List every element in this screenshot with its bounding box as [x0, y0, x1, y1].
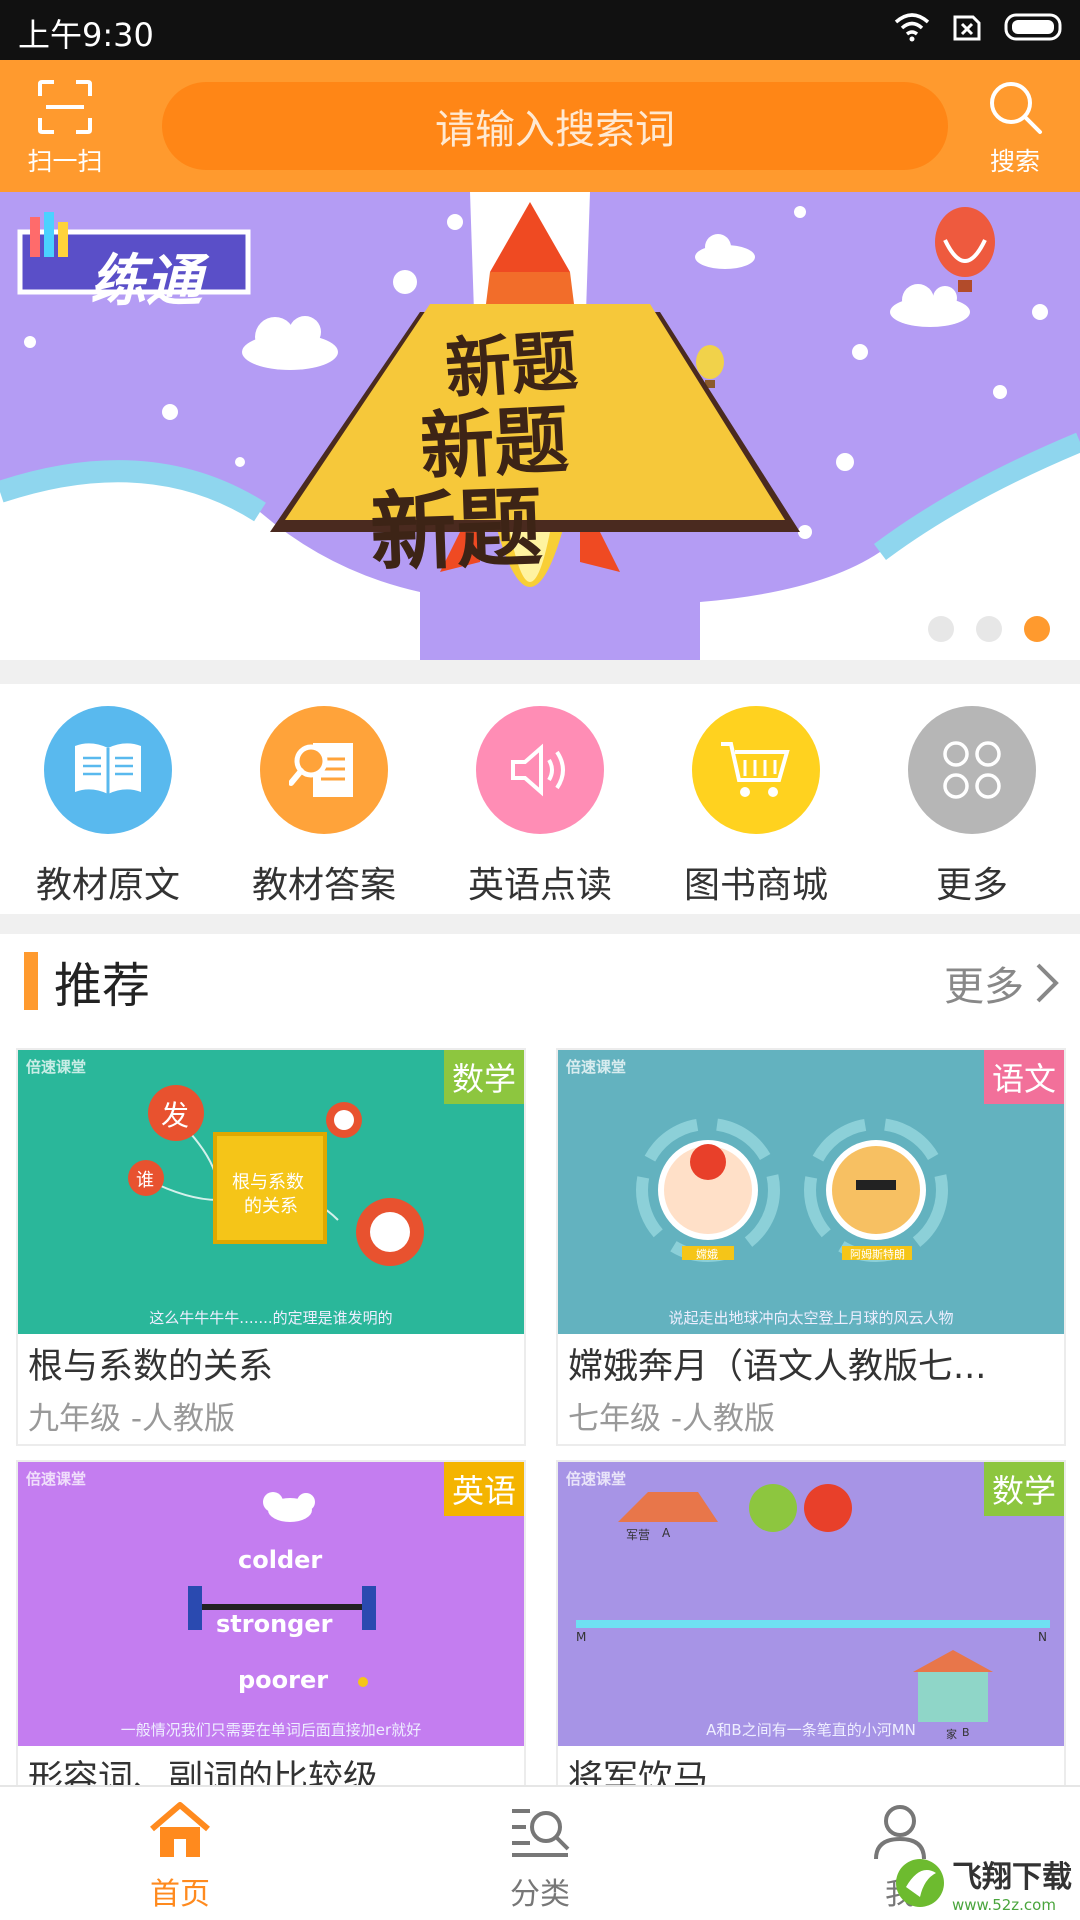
- lesson-caption: 说起走出地球冲向太空登上月球的风云人物: [668, 1309, 954, 1327]
- category-search-icon: [512, 1809, 570, 1857]
- sim-off-icon: [953, 15, 981, 41]
- scan-label: 扫一扫: [27, 147, 103, 176]
- lesson-card[interactable]: 倍速课堂 军营 A M N 家 B 数学 A和B之间有一条笔直的小河MN 将军饮…: [556, 1460, 1066, 1813]
- subject-tag: 数学: [443, 1050, 524, 1104]
- thumb-word: A: [662, 1526, 671, 1540]
- quick-item-bookstore[interactable]: 图书商城: [648, 684, 864, 916]
- lesson-caption: A和B之间有一条笔直的小河MN: [706, 1721, 916, 1739]
- banner-logo: 练通: [90, 249, 202, 314]
- quick-item-english-reading[interactable]: 英语点读: [432, 684, 648, 916]
- banner-pager: [928, 616, 1050, 642]
- watermark-logo-icon: [896, 1859, 944, 1907]
- subject-tag: 数学: [983, 1462, 1064, 1516]
- quick-label: 更多: [935, 865, 1008, 906]
- quick-item-textbook[interactable]: 教材原文: [0, 684, 216, 916]
- thumb-word: 谁: [136, 1170, 154, 1191]
- search-label: 搜索: [989, 147, 1040, 176]
- subject-tag: 英语: [443, 1462, 524, 1516]
- recommend-title: 推荐: [54, 958, 151, 1014]
- quick-item-more[interactable]: 更多: [864, 684, 1080, 916]
- battery-icon: [1004, 13, 1062, 41]
- status-time: 上午9:30: [18, 16, 154, 54]
- quick-label: 教材原文: [35, 865, 180, 906]
- status-icons: [894, 12, 1066, 42]
- pager-dot-active[interactable]: [1024, 616, 1050, 642]
- lesson-thumbnail: 倍速课堂 嫦娥 阿姆斯特朗 语文 说起走出地球冲向太空登上月球的风云人物: [558, 1050, 1064, 1334]
- lesson-caption: 一般情况我们只需要在单词后面直接加er就好: [120, 1721, 422, 1739]
- app-header: 扫一扫 请输入搜索词 搜索: [0, 60, 1080, 192]
- quick-label: 英语点读: [467, 865, 612, 906]
- thumb-word: M: [576, 1630, 587, 1644]
- quick-item-answers[interactable]: 教材答案: [216, 684, 432, 916]
- thumb-word: colder: [238, 1546, 323, 1574]
- lesson-thumbnail: 倍速课堂 军营 A M N 家 B 数学 A和B之间有一条笔直的小河MN: [558, 1462, 1064, 1746]
- watermark-url: www.52z.com: [952, 1896, 1056, 1914]
- more-label: 更多: [944, 964, 1024, 1010]
- thumb-word: 发: [161, 1099, 190, 1132]
- divider: [0, 660, 1080, 684]
- lesson-thumbnail: 倍速课堂 colder stronger poorer 英语 一般情况我们只需要…: [18, 1462, 524, 1746]
- pager-dot[interactable]: [976, 616, 1002, 642]
- watermark-text: 飞翔下载: [952, 1860, 1072, 1895]
- status-bar: 上午9:30: [0, 0, 1080, 60]
- cart-icon: [692, 706, 820, 834]
- thumb-word: 根与系数: [232, 1172, 304, 1193]
- lesson-title: 嫦娥奔月（语文人教版七...: [568, 1347, 987, 1387]
- tab-home[interactable]: 首页: [0, 1787, 360, 1920]
- lesson-card[interactable]: 倍速课堂 发 谁 根与系数 的关系 数学 这么牛牛牛牛.......的定理是谁发…: [16, 1048, 526, 1446]
- quick-label: 教材答案: [251, 865, 396, 906]
- quick-menu: 教材原文 教材答案 英语点读 图书商城 更多: [0, 684, 1080, 916]
- lesson-card[interactable]: 倍速课堂 嫦娥 阿姆斯特朗 语文 说起走出地球冲向太空登上月球的风云人物 嫦娥奔…: [556, 1048, 1066, 1446]
- divider: [0, 914, 1080, 934]
- chevron-right-icon: [1036, 963, 1059, 1003]
- scan-button[interactable]: 扫一扫: [22, 78, 108, 178]
- tab-label: 分类: [510, 1877, 570, 1912]
- quick-label: 图书商城: [683, 865, 828, 906]
- speaker-icon: [476, 706, 604, 834]
- lesson-grade: 九年级 -人教版: [28, 1401, 236, 1437]
- banner-headline-3: 新题: [368, 478, 544, 584]
- pager-dot[interactable]: [928, 616, 954, 642]
- book-icon: [44, 706, 172, 834]
- search-icon: [990, 82, 1042, 134]
- search-button[interactable]: 搜索: [972, 78, 1058, 178]
- recommend-more-link[interactable]: 更多: [944, 954, 1060, 1012]
- home-icon: [150, 1802, 210, 1857]
- thumb-word: stronger: [216, 1610, 333, 1638]
- thumb-word: 的关系: [244, 1196, 298, 1217]
- thumb-word: 嫦娥: [696, 1248, 718, 1261]
- section-accent-bar: [24, 952, 38, 1010]
- lesson-card[interactable]: 倍速课堂 colder stronger poorer 英语 一般情况我们只需要…: [16, 1460, 526, 1813]
- publisher-logo: 倍速课堂: [26, 1470, 87, 1488]
- search-input[interactable]: 请输入搜索词: [162, 82, 948, 170]
- more-grid-icon: [908, 706, 1036, 834]
- thumb-word: 军营: [626, 1528, 651, 1542]
- answer-doc-icon: [260, 706, 388, 834]
- thumb-word: poorer: [238, 1666, 329, 1694]
- watermark: 飞翔下载 www.52z.com: [894, 1852, 1072, 1914]
- wifi-icon: [894, 13, 930, 42]
- tab-category[interactable]: 分类: [360, 1787, 720, 1920]
- publisher-logo: 倍速课堂: [566, 1058, 627, 1076]
- subject-tag: 语文: [983, 1050, 1064, 1104]
- promo-banner[interactable]: 练通 新题 新题 新题: [0, 192, 1080, 660]
- lesson-title: 根与系数的关系: [28, 1347, 274, 1387]
- thumb-word: N: [1038, 1630, 1047, 1644]
- scan-icon: [38, 80, 92, 134]
- lesson-grade: 七年级 -人教版: [568, 1401, 776, 1437]
- lesson-caption: 这么牛牛牛牛.......的定理是谁发明的: [149, 1309, 393, 1327]
- publisher-logo: 倍速课堂: [566, 1470, 627, 1488]
- recommend-header: 推荐 更多: [0, 934, 1080, 1030]
- lesson-thumbnail: 倍速课堂 发 谁 根与系数 的关系 数学 这么牛牛牛牛.......的定理是谁发…: [18, 1050, 524, 1334]
- publisher-logo: 倍速课堂: [26, 1058, 87, 1076]
- tab-label: 首页: [150, 1877, 210, 1912]
- thumb-word: 阿姆斯特朗: [850, 1248, 905, 1261]
